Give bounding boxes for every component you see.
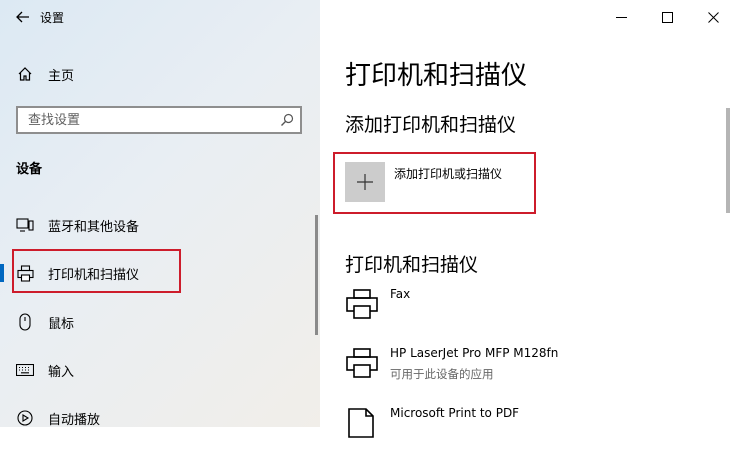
sidebar-section-title: 设备 <box>16 162 43 177</box>
app-title: 设置 <box>40 10 65 25</box>
minimize-icon <box>615 16 627 18</box>
mouse-icon <box>15 313 35 331</box>
printer-name: HP LaserJet Pro MFP M128fn <box>390 346 559 360</box>
back-arrow-icon <box>16 11 29 23</box>
maximize-icon <box>661 11 673 23</box>
page-title: 打印机和扫描仪 <box>345 61 528 91</box>
minimize-button[interactable] <box>598 0 644 34</box>
sidebar-item-label: 鼠标 <box>48 316 75 332</box>
sidebar-item-input[interactable]: 输入 <box>0 350 320 390</box>
printer-name: Fax <box>390 287 411 301</box>
autoplay-icon <box>15 410 35 426</box>
printer-name: Microsoft Print to PDF <box>390 406 520 420</box>
title-bar-left: 设置 <box>0 0 320 34</box>
printer-item-pdf[interactable]: Microsoft Print to PDF <box>345 406 735 456</box>
sidebar-item-bluetooth[interactable]: 蓝牙和其他设备 <box>0 205 320 245</box>
printer-icon <box>346 289 378 319</box>
add-section-title: 添加打印机和扫描仪 <box>345 114 517 136</box>
search-box[interactable] <box>16 106 302 134</box>
sidebar-item-label: 蓝牙和其他设备 <box>48 219 140 235</box>
home-icon <box>16 66 34 82</box>
sidebar-item-autoplay[interactable]: 自动播放 <box>0 398 320 427</box>
sidebar-item-mouse[interactable]: 鼠标 <box>0 302 320 342</box>
pdf-printer-icon <box>348 408 374 438</box>
settings-sidebar: 设置 主页 设备 蓝牙和其他设备 <box>0 0 320 427</box>
list-section-title: 打印机和扫描仪 <box>345 254 479 276</box>
highlight-box-sidebar <box>12 249 181 293</box>
sidebar-item-label: 输入 <box>48 364 75 380</box>
printer-status: 可用于此设备的应用 <box>390 367 494 381</box>
highlight-box-add <box>333 152 536 214</box>
close-icon <box>707 11 719 23</box>
printer-item-fax[interactable]: Fax <box>345 287 735 337</box>
maximize-button[interactable] <box>644 0 690 34</box>
active-indicator <box>0 264 4 282</box>
main-scrollbar[interactable] <box>726 108 730 213</box>
home-nav-item[interactable]: 主页 <box>0 57 320 91</box>
printer-icon <box>346 348 378 378</box>
keyboard-icon <box>15 364 35 376</box>
search-input[interactable] <box>18 109 274 131</box>
home-label: 主页 <box>48 68 75 84</box>
close-button[interactable] <box>690 0 736 34</box>
printer-item-hp[interactable]: HP LaserJet Pro MFP M128fn 可用于此设备的应用 <box>345 346 735 396</box>
bluetooth-devices-icon <box>15 217 35 233</box>
sidebar-item-label: 自动播放 <box>48 412 101 428</box>
search-icon[interactable] <box>274 113 300 127</box>
sidebar-scrollbar[interactable] <box>315 215 318 335</box>
